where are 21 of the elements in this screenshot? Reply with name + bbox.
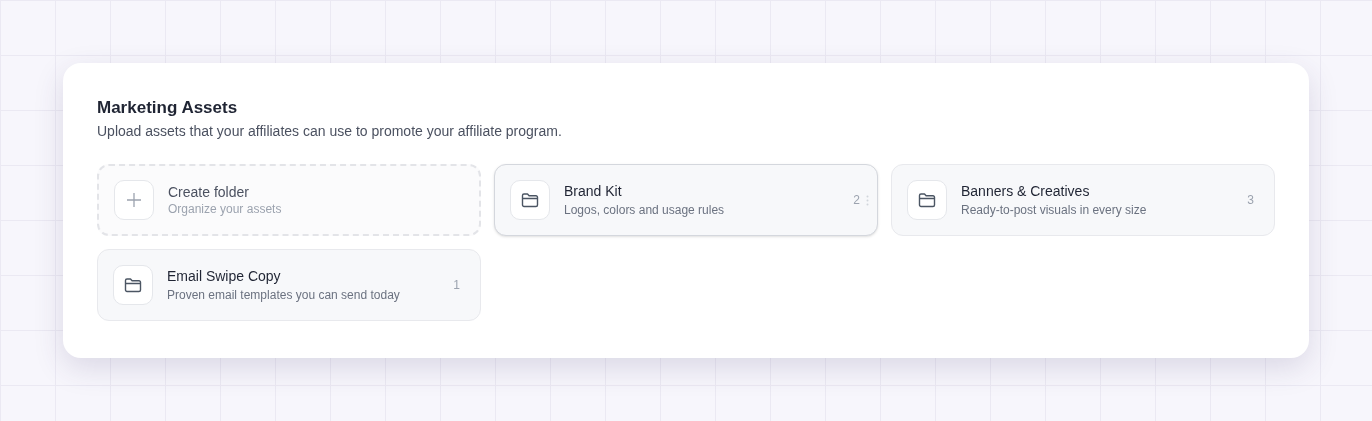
folder-description: Ready-to-post visuals in every size [961,202,1148,218]
panel-subtitle: Upload assets that your affiliates can use to promote your affiliate program. [97,122,563,140]
folder-description: Proven email templates you can send today [167,287,401,303]
folder-description: Logos, colors and usage rules [564,202,726,218]
create-folder-button[interactable]: Create folder Organize your assets [97,164,481,236]
file-count: 1 [453,277,460,294]
folder-name: Banners & Creatives [961,182,1091,200]
panel-title: Marketing Assets [97,97,239,119]
folder-name: Email Swipe Copy [167,267,282,285]
folder-name: Brand Kit [564,182,623,200]
folder-card[interactable]: Email Swipe Copy Proven email templates you can send today 1 [97,249,481,321]
create-folder-title: Create folder [168,183,250,201]
file-count: 3 [1247,192,1254,209]
folder-icon [124,277,142,293]
folder-card[interactable]: Brand Kit Logos, colors and usage rules 2 [494,164,878,236]
folder-card[interactable]: Banners & Creatives Ready-to-post visuals in every size 3 [891,164,1275,236]
file-count: 2 [853,192,860,209]
create-folder-subtitle: Organize your assets [168,201,282,217]
folder-icon [918,192,936,208]
plus-icon [114,180,154,220]
folder-icon [521,192,539,208]
